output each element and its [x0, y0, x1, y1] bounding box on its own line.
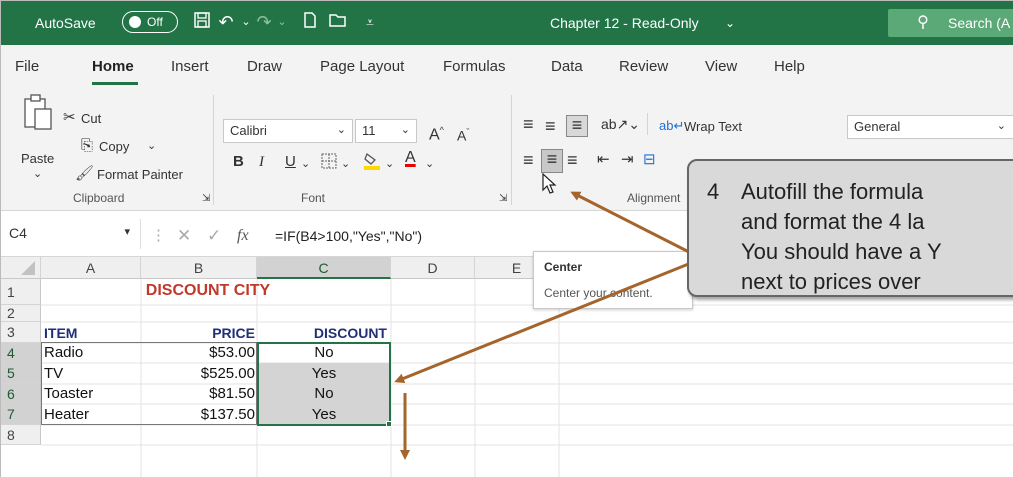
excel-window: AutoSave Off ↶ ⌄ ↷ ⌄ ⩡ Chapter 12 - Read… — [0, 0, 1013, 477]
callout-line: You should have a Y — [741, 239, 942, 264]
step-number: 4 — [707, 179, 720, 204]
arrow-to-discount-cell — [394, 261, 692, 384]
callout-line: and format the 4 la — [741, 209, 925, 234]
callout-line: Autofill the formula — [741, 179, 924, 204]
callout-line: next to prices over — [741, 269, 921, 294]
arrow-to-center-button — [570, 191, 692, 255]
instruction-callout: 4 Autofill the formula and format the 4 … — [687, 159, 1013, 297]
